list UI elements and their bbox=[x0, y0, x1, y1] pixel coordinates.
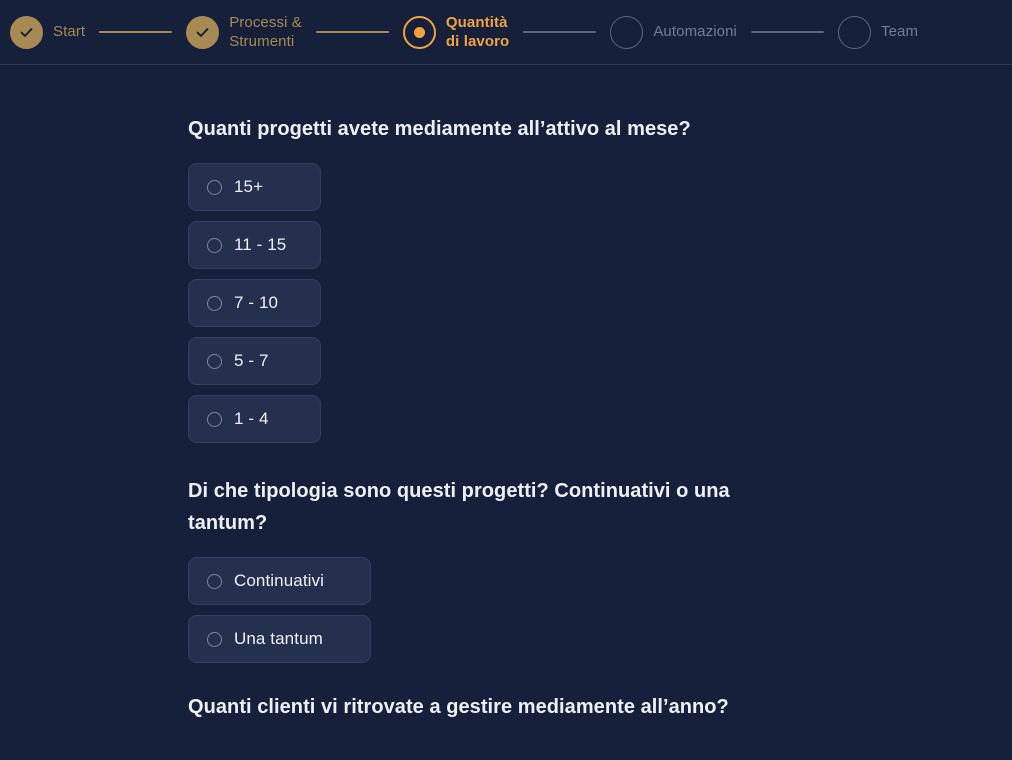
step-processi-strumenti[interactable]: Processi & Strumenti bbox=[186, 13, 302, 51]
options-group-2: Continuativi Una tantum bbox=[188, 557, 1012, 663]
option-11-15[interactable]: 11 - 15 bbox=[188, 221, 321, 269]
step-start-circle bbox=[10, 15, 43, 49]
questionnaire-content: Quanti progetti avete mediamente all’att… bbox=[0, 65, 1012, 760]
empty-circle-icon bbox=[837, 15, 871, 49]
step-team[interactable]: Team bbox=[837, 15, 919, 49]
option-una-tantum[interactable]: Una tantum bbox=[188, 615, 371, 663]
connector-2 bbox=[315, 31, 389, 33]
option-label: Una tantum bbox=[234, 629, 323, 648]
option-label: 5 - 7 bbox=[234, 351, 269, 370]
radio-icon[interactable] bbox=[207, 237, 222, 253]
step-processi-circle bbox=[186, 15, 220, 49]
question-block-1: Quanti progetti avete mediamente all’att… bbox=[188, 113, 1012, 443]
step-team-label: Team bbox=[880, 23, 919, 41]
radio-icon[interactable] bbox=[207, 295, 222, 311]
question-text-1: Quanti progetti avete mediamente all’att… bbox=[188, 118, 691, 140]
question-text-3: Quanti clienti vi ritrovate a gestire me… bbox=[188, 696, 729, 718]
check-icon bbox=[196, 27, 209, 37]
dot-icon bbox=[413, 26, 425, 38]
connector-4 bbox=[750, 31, 824, 33]
step-processi-label: Processi & Strumenti bbox=[229, 13, 302, 50]
progress-stepper: Start Processi & Strumenti Quantità di l… bbox=[0, 0, 1012, 65]
question-block-3: Quanti clienti vi ritrovate a gestire me… bbox=[188, 691, 1012, 723]
option-label: Continuativi bbox=[234, 571, 325, 590]
option-1-4[interactable]: 1 - 4 bbox=[188, 395, 321, 443]
option-continuativi[interactable]: Continuativi bbox=[188, 557, 371, 605]
radio-icon[interactable] bbox=[207, 179, 222, 195]
connector-3 bbox=[523, 31, 597, 33]
radio-icon[interactable] bbox=[207, 631, 222, 647]
step-start-label: Start bbox=[53, 23, 86, 41]
option-15-plus[interactable]: 15+ bbox=[188, 163, 321, 211]
option-label: 11 - 15 bbox=[234, 235, 287, 254]
step-quantita-di-lavoro[interactable]: Quantità di lavoro bbox=[402, 13, 510, 51]
empty-circle-icon bbox=[610, 15, 644, 49]
question-text-2: Di che tipologia sono questi progetti? C… bbox=[188, 480, 730, 534]
options-group-1: 15+ 11 - 15 7 - 10 5 - 7 1 - 4 bbox=[188, 163, 1012, 443]
option-7-10[interactable]: 7 - 10 bbox=[188, 279, 321, 327]
check-icon bbox=[20, 27, 33, 37]
option-label: 7 - 10 bbox=[234, 293, 279, 312]
step-quantita-label: Quantità di lavoro bbox=[445, 13, 510, 50]
connector-1 bbox=[99, 31, 173, 33]
step-automazioni-label: Automazioni bbox=[653, 23, 737, 41]
question-block-2: Di che tipologia sono questi progetti? C… bbox=[188, 475, 1012, 663]
step-start[interactable]: Start bbox=[10, 15, 86, 49]
option-label: 1 - 4 bbox=[234, 409, 269, 428]
option-5-7[interactable]: 5 - 7 bbox=[188, 337, 321, 385]
radio-icon[interactable] bbox=[207, 353, 222, 369]
radio-icon[interactable] bbox=[207, 411, 222, 427]
step-quantita-circle bbox=[402, 15, 436, 49]
radio-icon[interactable] bbox=[207, 573, 222, 589]
step-automazioni[interactable]: Automazioni bbox=[610, 15, 737, 49]
option-label: 15+ bbox=[234, 177, 264, 196]
